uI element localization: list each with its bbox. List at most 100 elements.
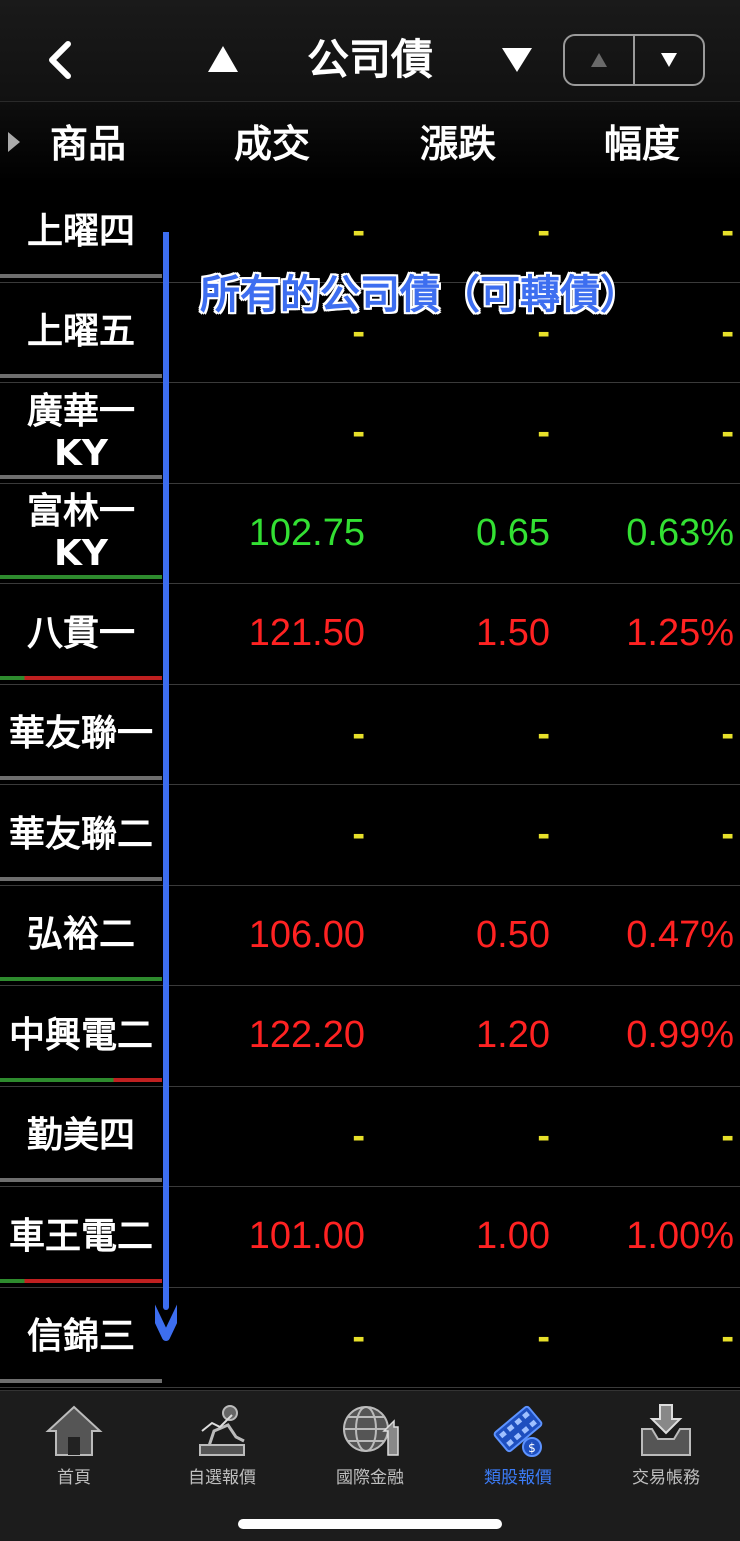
back-button[interactable] xyxy=(40,36,80,84)
tab-sector-quotes[interactable]: $ 類股報價 xyxy=(444,1401,592,1491)
tab-international[interactable]: 國際金融 xyxy=(296,1401,444,1491)
product-name: 中興電二 xyxy=(0,986,162,1086)
product-name: 廣華一 KY xyxy=(0,383,162,483)
product-name-text: 華友聯二 xyxy=(8,813,153,855)
table-row[interactable]: 勤美四 - - - xyxy=(0,1087,740,1187)
svg-text:$: $ xyxy=(528,1441,536,1455)
percent-cell: - xyxy=(721,813,734,856)
home-indicator[interactable] xyxy=(238,1519,502,1529)
volume-bar xyxy=(0,374,162,378)
tab-label: 類股報價 xyxy=(484,1468,552,1488)
table-row[interactable]: 八貫一 121.50 1.50 1.25% xyxy=(0,584,740,685)
col-header-price[interactable]: 成交 xyxy=(234,114,310,174)
volume-bar xyxy=(0,575,162,579)
caret-down-icon xyxy=(661,53,677,67)
col-header-change[interactable]: 漲跌 xyxy=(420,114,496,174)
change-cell: 1.50 xyxy=(476,612,550,655)
product-name: 信錦三 xyxy=(0,1288,162,1388)
scroll-down-button[interactable] xyxy=(633,36,703,84)
product-name-text: 上曜五 xyxy=(26,311,135,353)
product-name: 上曜四 xyxy=(0,182,162,282)
product-name-text: 上曜四 xyxy=(26,210,135,252)
column-header: 商品 成交 漲跌 幅度 xyxy=(0,102,740,182)
product-name: 富林一 KY xyxy=(0,484,162,584)
table-row[interactable]: 弘裕二 106.00 0.50 0.47% xyxy=(0,886,740,986)
price-cell: 106.00 xyxy=(248,913,365,956)
percent-cell: - xyxy=(721,411,734,454)
inbox-download-icon xyxy=(641,1404,691,1456)
table-row[interactable]: 廣華一 KY - - - xyxy=(0,383,740,484)
caret-up-icon xyxy=(591,53,607,67)
percent-cell: 0.99% xyxy=(626,1014,734,1057)
volume-bar xyxy=(0,675,162,680)
price-cell: - xyxy=(352,813,365,856)
top-bar: 公司債 xyxy=(0,0,740,102)
product-name: 勤美四 xyxy=(0,1087,162,1187)
price-cell: 101.00 xyxy=(248,1215,365,1258)
table-row[interactable]: 華友聯一 - - - xyxy=(0,685,740,785)
percent-cell: 0.63% xyxy=(626,511,734,554)
triangle-down-icon xyxy=(502,48,532,72)
product-name-text: 車王電二 xyxy=(8,1215,153,1257)
product-name: 上曜五 xyxy=(0,283,162,383)
product-name: 車王電二 xyxy=(0,1187,162,1287)
product-name-text: 富林一 KY xyxy=(26,491,135,575)
product-name-text: 八貫一 xyxy=(26,612,135,654)
triangle-up-icon xyxy=(208,46,238,72)
change-cell: 0.50 xyxy=(476,913,550,956)
scroll-up-button[interactable] xyxy=(565,36,633,84)
quote-list: 上曜四 - - - 上曜五 - - - 廣華一 KY - - - 富林一 KY 102.75 0.65 0.63%… xyxy=(0,182,740,1388)
tab-label: 交易帳務 xyxy=(632,1468,700,1488)
change-cell: 1.20 xyxy=(476,1014,550,1057)
film-coin-icon: $ xyxy=(493,1405,543,1457)
tab-home[interactable]: 首頁 xyxy=(0,1401,148,1491)
product-name-text: 華友聯一 xyxy=(8,713,153,755)
chevron-left-icon xyxy=(49,41,71,79)
volume-bar xyxy=(0,273,162,278)
expand-arrow-icon[interactable] xyxy=(6,130,22,154)
col-header-percent[interactable]: 幅度 xyxy=(604,114,680,174)
change-cell: - xyxy=(537,1114,550,1157)
table-row[interactable]: 信錦三 - - - xyxy=(0,1288,740,1388)
percent-cell: 1.00% xyxy=(626,1215,734,1258)
product-name: 華友聯一 xyxy=(0,685,162,785)
page-title: 公司債 xyxy=(306,35,433,84)
person-chart-icon xyxy=(199,1405,245,1456)
volume-bar xyxy=(0,876,162,881)
volume-bar xyxy=(0,776,162,780)
price-cell: - xyxy=(352,411,365,454)
product-name-text: 廣華一 KY xyxy=(26,390,135,474)
product-name-text: 信錦三 xyxy=(26,1316,135,1358)
change-cell: 1.00 xyxy=(476,1215,550,1258)
table-row[interactable]: 車王電二 101.00 1.00 1.00% xyxy=(0,1187,740,1288)
product-name-text: 弘裕二 xyxy=(26,914,135,956)
volume-bar xyxy=(0,1178,162,1182)
col-header-name[interactable]: 商品 xyxy=(50,114,126,174)
prev-category-button[interactable] xyxy=(206,44,240,74)
tab-label: 自選報價 xyxy=(188,1468,256,1488)
tab-label: 首頁 xyxy=(57,1468,91,1488)
volume-bar xyxy=(0,1278,162,1283)
scroll-segment-control xyxy=(563,34,705,86)
scroll-down-arrow-icon xyxy=(155,232,177,1341)
percent-cell: - xyxy=(721,210,734,253)
percent-cell: 0.47% xyxy=(626,913,734,956)
percent-cell: - xyxy=(721,310,734,353)
tab-label: 國際金融 xyxy=(336,1468,404,1488)
change-cell: 0.65 xyxy=(476,511,550,554)
home-icon xyxy=(45,1405,103,1456)
percent-cell: - xyxy=(721,1315,734,1358)
next-category-button[interactable] xyxy=(500,46,534,74)
table-row[interactable]: 中興電二 122.20 1.20 0.99% xyxy=(0,986,740,1087)
price-cell: - xyxy=(352,712,365,755)
price-cell: - xyxy=(352,1114,365,1157)
percent-cell: - xyxy=(721,712,734,755)
tab-trading[interactable]: 交易帳務 xyxy=(592,1401,740,1491)
table-row[interactable]: 華友聯二 - - - xyxy=(0,785,740,886)
change-cell: - xyxy=(537,1315,550,1358)
table-row[interactable]: 富林一 KY 102.75 0.65 0.63% xyxy=(0,484,740,584)
tab-watchlist[interactable]: 自選報價 xyxy=(148,1401,296,1491)
price-cell: - xyxy=(352,1315,365,1358)
change-cell: - xyxy=(537,813,550,856)
product-name-text: 勤美四 xyxy=(26,1115,135,1157)
